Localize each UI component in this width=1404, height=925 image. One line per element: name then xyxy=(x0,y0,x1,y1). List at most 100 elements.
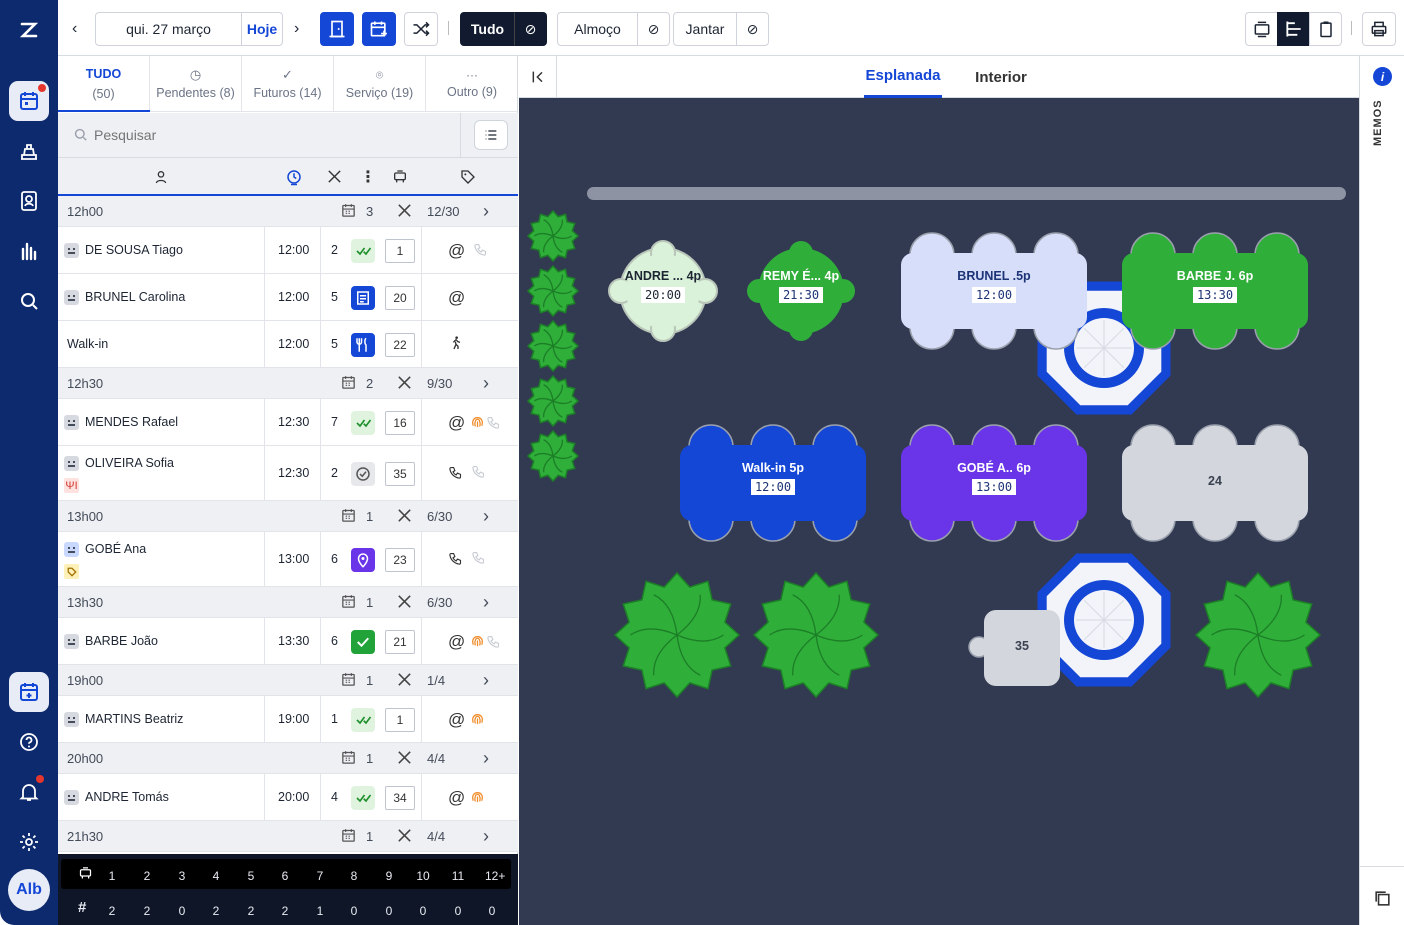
floor-table[interactable]: BARBE J. 6p 13:30 xyxy=(1155,269,1275,304)
search-input[interactable] xyxy=(94,121,454,149)
status-arrived-icon[interactable] xyxy=(351,410,375,435)
time-group-header[interactable]: 20h00 1 4/4 › xyxy=(58,743,518,774)
copy-icon[interactable] xyxy=(1373,889,1392,913)
size-label[interactable]: 7 xyxy=(313,869,327,883)
time-group-header[interactable]: 13h30 1 6/30 › xyxy=(58,587,518,618)
today-button[interactable]: Hoje xyxy=(241,12,283,46)
utensils-icon[interactable] xyxy=(326,168,343,190)
clipboard-icon[interactable] xyxy=(1309,12,1342,46)
status-arrived-icon[interactable] xyxy=(351,238,375,263)
memos-label[interactable]: MEMOS xyxy=(1372,99,1392,146)
gear-icon[interactable] xyxy=(9,822,49,862)
person-icon[interactable] xyxy=(153,169,169,190)
contact-icons[interactable] xyxy=(448,550,486,568)
contact-icons[interactable]: @ xyxy=(448,710,486,730)
contact-icons[interactable] xyxy=(448,335,464,351)
floor-table[interactable]: GOBÉ A.. 6p 13:00 xyxy=(934,461,1054,496)
size-label[interactable]: 9 xyxy=(382,869,396,883)
size-label[interactable]: 3 xyxy=(175,869,189,883)
size-label[interactable]: 4 xyxy=(209,869,223,883)
table-number[interactable]: 16 xyxy=(385,410,415,435)
list-options-icon[interactable] xyxy=(474,120,508,150)
chevron-right-icon[interactable]: › xyxy=(483,506,489,527)
bell-icon[interactable] xyxy=(9,772,49,812)
status-seated-icon[interactable] xyxy=(351,332,375,357)
size-label[interactable]: 10 xyxy=(416,869,430,883)
tab-esplanada[interactable]: Esplanada xyxy=(864,56,942,98)
contact-icons[interactable]: @ xyxy=(448,413,501,433)
time-group-header[interactable]: 21h30 1 4/4 › xyxy=(58,821,518,852)
contact-icons[interactable]: @ xyxy=(448,632,501,652)
tab-service[interactable]: ⌾ Serviço (19) xyxy=(334,56,426,112)
calendar-nav-icon[interactable] xyxy=(9,81,49,121)
table-number[interactable]: 35 xyxy=(385,461,415,486)
door-icon[interactable] xyxy=(320,12,354,46)
previous-day-icon[interactable]: ‹ xyxy=(72,20,77,38)
floor-table[interactable]: BRUNEL .5p 12:00 xyxy=(934,269,1054,304)
size-label[interactable]: 5 xyxy=(244,869,258,883)
more-icon[interactable]: ⋮ xyxy=(360,167,376,187)
chevron-right-icon[interactable]: › xyxy=(483,748,489,769)
reservation-row[interactable]: MARTINS Beatriz 19:00 1 1 @ xyxy=(58,696,518,743)
shuffle-icon[interactable] xyxy=(404,12,438,46)
size-label[interactable]: 11 xyxy=(451,869,465,883)
ban-icon[interactable]: ⊘ xyxy=(637,12,670,46)
list-view-icon[interactable] xyxy=(1245,12,1278,46)
ban-icon[interactable]: ⊘ xyxy=(514,12,547,46)
floor-table[interactable]: REMY É... 4p 21:30 xyxy=(741,269,861,304)
status-done-icon[interactable] xyxy=(351,629,375,654)
table-icon[interactable] xyxy=(392,169,408,190)
time-group-header[interactable]: 13h00 1 6/30 › xyxy=(58,501,518,532)
next-day-icon[interactable]: › xyxy=(294,20,299,38)
help-icon[interactable] xyxy=(9,722,49,762)
chevron-right-icon[interactable]: › xyxy=(483,201,489,222)
floor-table[interactable]: 24 xyxy=(1155,474,1275,488)
size-label[interactable]: 8 xyxy=(347,869,361,883)
add-booking-icon[interactable] xyxy=(9,672,49,712)
reservation-row[interactable]: DE SOUSA Tiago 12:00 2 1 @ xyxy=(58,227,518,274)
table-number[interactable]: 22 xyxy=(385,332,415,357)
contact-icons[interactable]: @ xyxy=(448,788,486,808)
chevron-right-icon[interactable]: › xyxy=(483,826,489,847)
reservation-row[interactable]: BRUNEL Carolina 12:00 5 20 @ xyxy=(58,274,518,321)
table-number[interactable]: 1 xyxy=(385,238,415,263)
reservation-row[interactable]: OLIVEIRA Sofia ΨΙ 12:30 2 35 xyxy=(58,446,518,501)
register-icon[interactable] xyxy=(9,131,49,171)
date-picker[interactable]: qui. 27 março xyxy=(95,12,242,46)
size-label[interactable]: 6 xyxy=(278,869,292,883)
tab-future[interactable]: ✓ Futuros (14) xyxy=(242,56,334,112)
table-number[interactable]: 21 xyxy=(385,629,415,654)
reservation-row[interactable]: BARBE João 13:30 6 21 @ xyxy=(58,618,518,665)
status-arrived-icon[interactable] xyxy=(351,785,375,810)
contact-icons[interactable]: @ xyxy=(448,241,488,261)
tab-interior[interactable]: Interior xyxy=(963,56,1039,98)
status-confirmed-icon[interactable] xyxy=(351,461,375,486)
calendar-add-icon[interactable] xyxy=(362,12,396,46)
filter-dinner-button[interactable]: Jantar xyxy=(673,12,737,46)
time-group-header[interactable]: 12h30 2 9/30 › xyxy=(58,368,518,399)
table-number[interactable]: 20 xyxy=(385,285,415,310)
floor-table[interactable]: Walk-in 5p 12:00 xyxy=(713,461,833,496)
clock-sort-icon[interactable] xyxy=(285,168,303,191)
collapse-panel-icon[interactable] xyxy=(519,56,557,98)
table-number[interactable]: 23 xyxy=(385,547,415,572)
avatar[interactable]: Alb xyxy=(8,869,50,911)
time-group-header[interactable]: 12h00 3 12/30 › xyxy=(58,196,518,227)
tab-other[interactable]: ··· Outro (9) xyxy=(426,56,518,112)
table-number[interactable]: 34 xyxy=(385,785,415,810)
tab-pending[interactable]: ◷ Pendentes (8) xyxy=(150,56,242,112)
status-arrived-icon[interactable] xyxy=(351,707,375,732)
status-booked-icon[interactable] xyxy=(351,285,375,310)
size-label[interactable]: 2 xyxy=(140,869,154,883)
floor-table[interactable]: ANDRE ... 4p 20:00 xyxy=(603,269,723,304)
tag-icon[interactable] xyxy=(460,169,476,190)
ban-icon[interactable]: ⊘ xyxy=(736,12,769,46)
reservation-row[interactable]: GOBÉ Ana 13:00 6 23 xyxy=(58,532,518,587)
info-icon[interactable]: i xyxy=(1373,67,1392,86)
chevron-right-icon[interactable]: › xyxy=(483,670,489,691)
reservation-row[interactable]: ANDRE Tomás 20:00 4 34 @ xyxy=(58,774,518,821)
size-label[interactable]: 12+ xyxy=(485,869,505,883)
contact-icons[interactable]: @ xyxy=(448,288,465,308)
chevron-right-icon[interactable]: › xyxy=(483,592,489,613)
reservation-row[interactable]: Walk-in 12:00 5 22 xyxy=(58,321,518,368)
